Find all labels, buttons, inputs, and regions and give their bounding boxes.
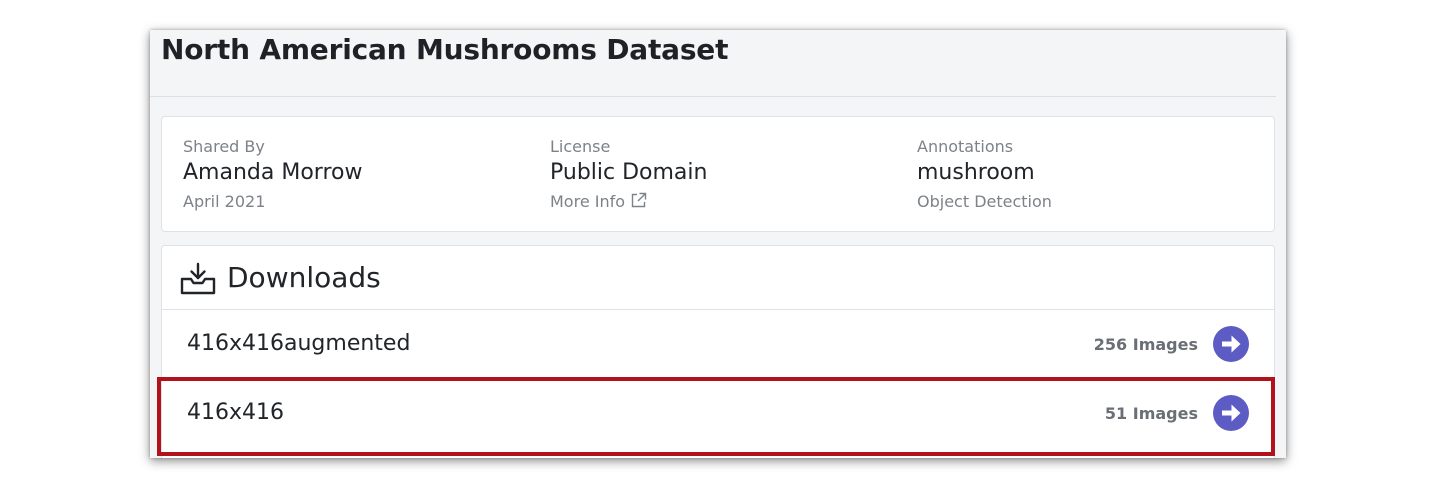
annotation-type: Object Detection — [917, 192, 1052, 211]
more-info-label: More Info — [550, 192, 626, 211]
download-row-416x416augmented[interactable]: 416x416augmented 256 Images — [162, 310, 1274, 378]
license-section: License Public Domain More Info — [550, 137, 707, 214]
shared-date: April 2021 — [183, 192, 266, 211]
version-name: 416x416augmented — [187, 331, 411, 356]
downloads-title: Downloads — [227, 261, 381, 294]
annotations-section: Annotations mushroom Object Detection — [917, 137, 1052, 212]
shared-by-value: Amanda Morrow — [183, 160, 363, 185]
shared-by-section: Shared By Amanda Morrow April 2021 — [183, 137, 362, 212]
dataset-panel: North American Mushrooms Dataset Shared … — [150, 30, 1286, 458]
downloads-card: Downloads 416x416augmented 256 Images 41… — [161, 245, 1275, 458]
annotations-value: mushroom — [917, 160, 1035, 185]
version-name: 416x416 — [187, 400, 285, 425]
shared-by-label: Shared By — [183, 137, 265, 156]
external-link-icon — [630, 192, 647, 214]
downloads-header: Downloads — [162, 246, 1274, 310]
license-value: Public Domain — [550, 160, 708, 185]
dataset-info-card: Shared By Amanda Morrow April 2021 Licen… — [161, 116, 1275, 232]
download-tray-icon — [180, 262, 216, 300]
license-label: License — [550, 137, 611, 156]
title-divider — [150, 96, 1276, 97]
image-count: 256 Images — [1093, 335, 1198, 354]
download-row-416x416[interactable]: 416x416 51 Images — [162, 379, 1274, 447]
more-info-link[interactable]: More Info — [550, 192, 707, 214]
image-count: 51 Images — [1104, 404, 1198, 423]
arrow-right-circle-icon[interactable] — [1213, 326, 1249, 362]
annotations-label: Annotations — [917, 137, 1014, 156]
page-title: North American Mushrooms Dataset — [161, 33, 729, 66]
arrow-right-circle-icon[interactable] — [1213, 395, 1249, 431]
